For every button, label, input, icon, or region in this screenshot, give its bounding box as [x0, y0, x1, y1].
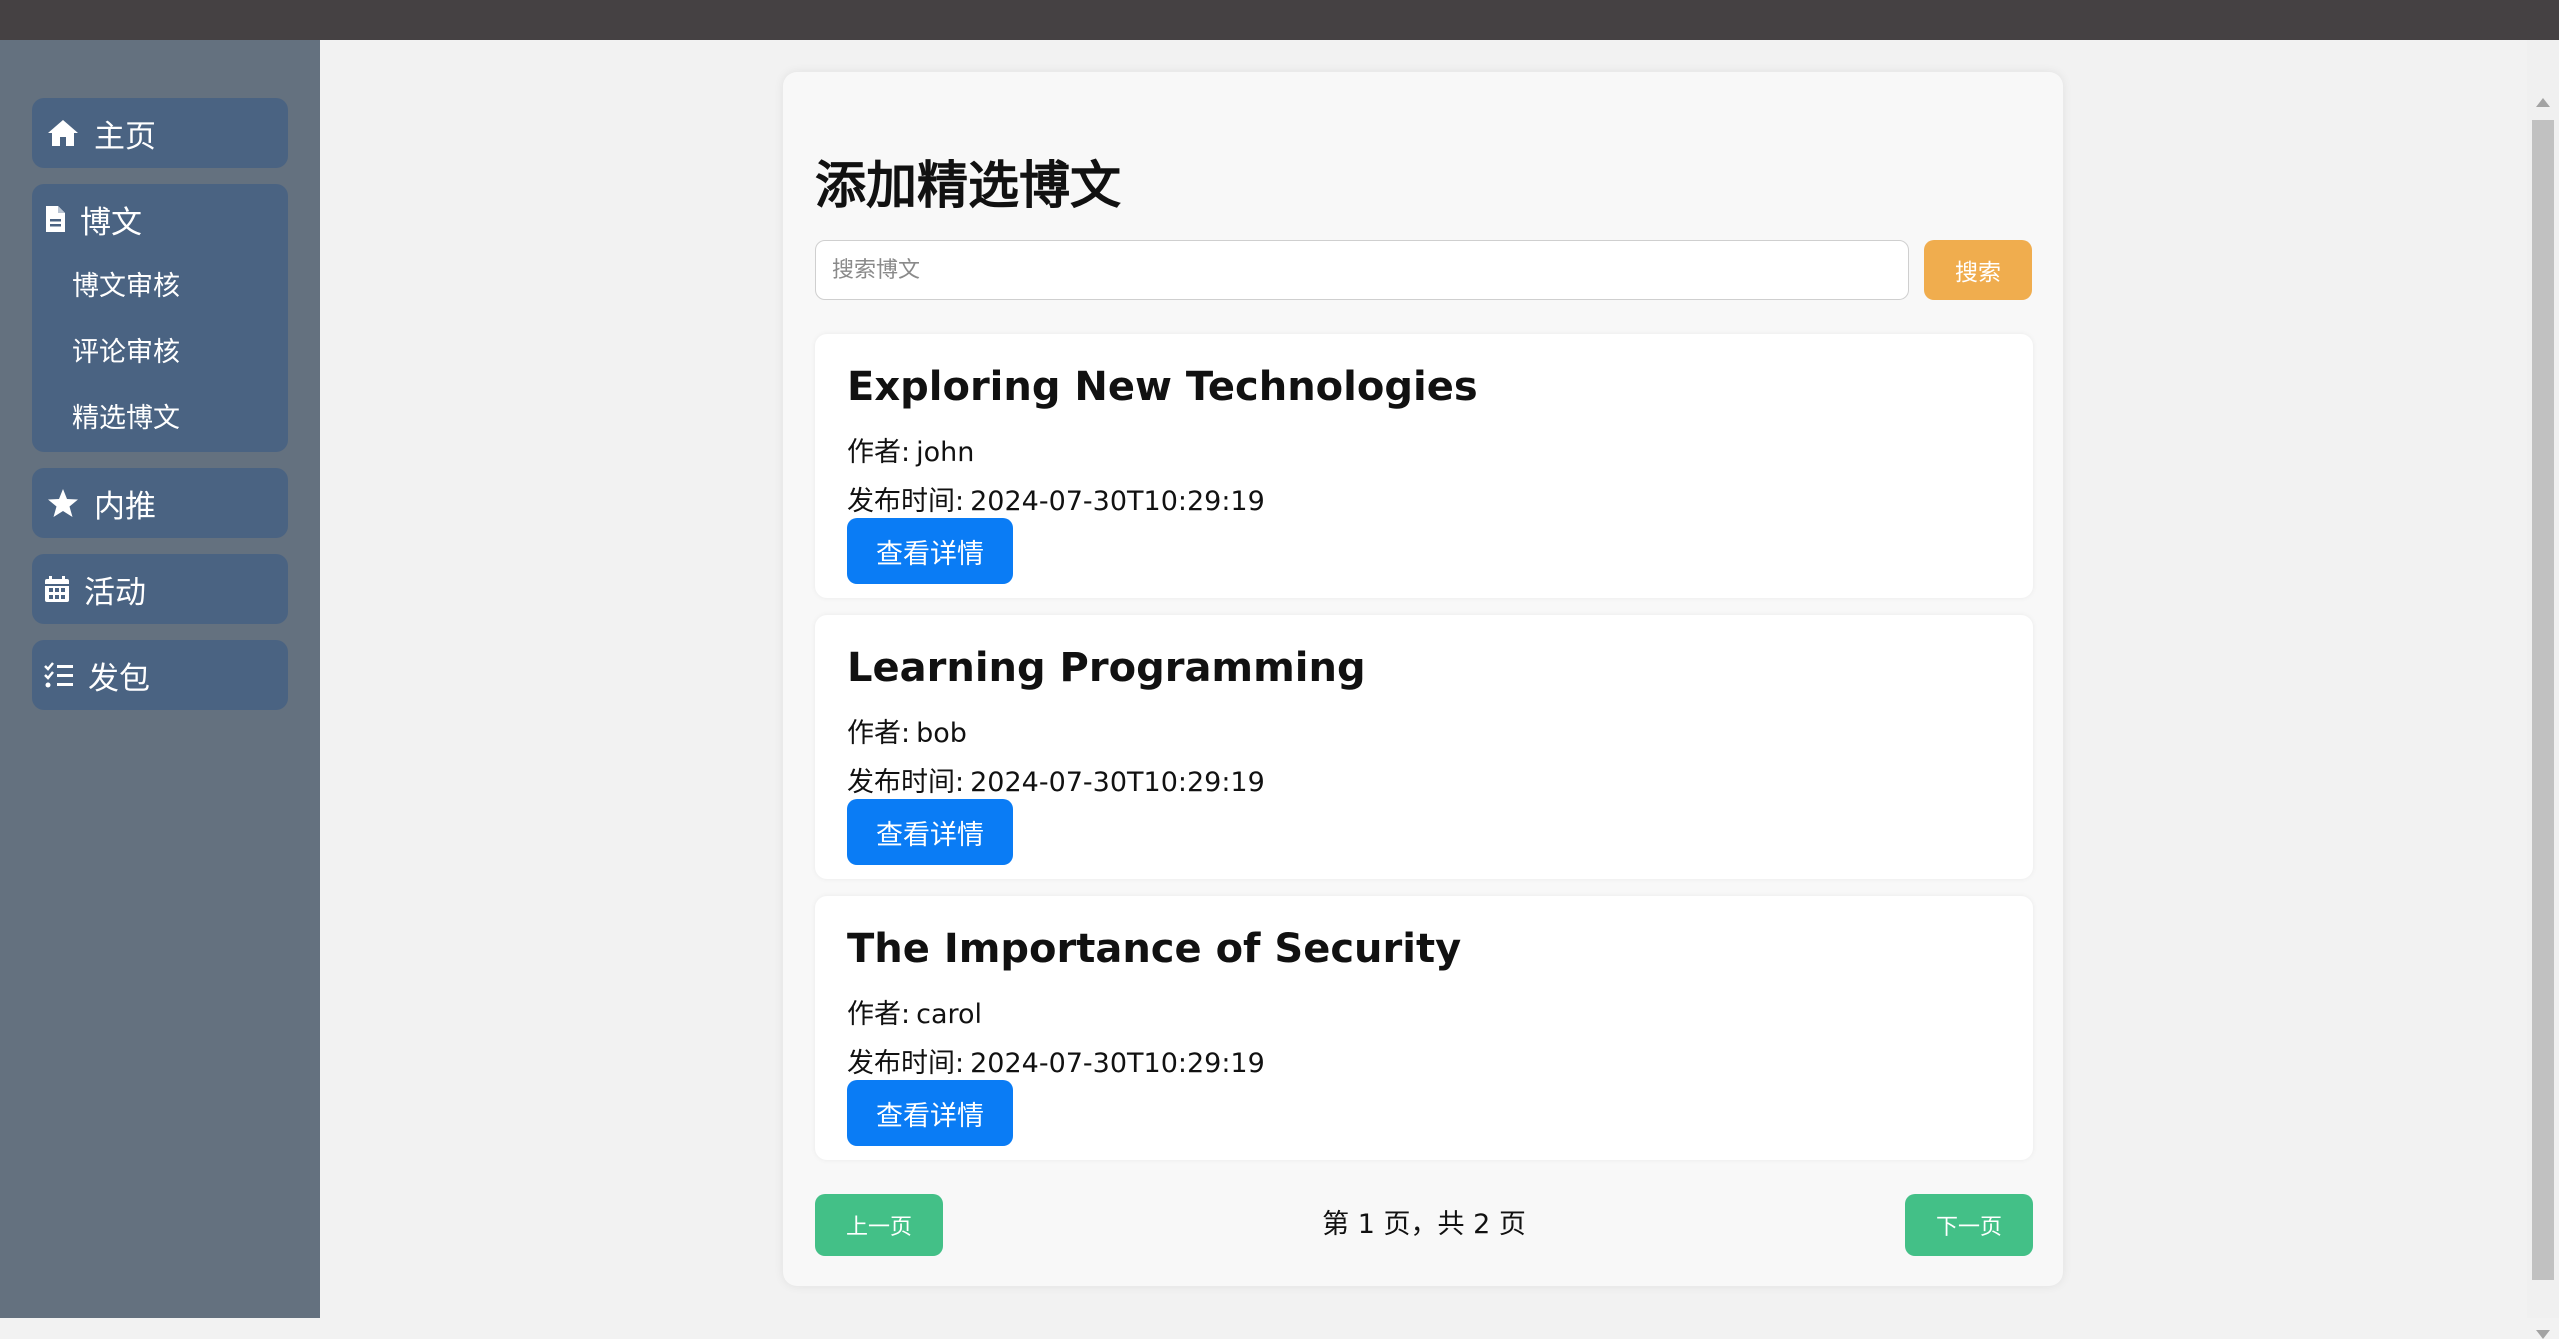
sidebar-item-home[interactable]: 主页: [32, 98, 288, 168]
author-label: 作者:: [847, 437, 911, 468]
view-details-button[interactable]: 查看详情: [847, 518, 1013, 584]
checklist-icon: [44, 658, 74, 692]
post-card: The Importance of Security 作者: carol 发布时间…: [815, 896, 2033, 1160]
home-icon: [46, 116, 80, 150]
prev-page-button[interactable]: 上一页: [815, 1194, 943, 1256]
sidebar-item-label: 内推: [94, 488, 156, 525]
post-published-time: 发布时间: 2024-07-30T10:29:19: [847, 479, 1265, 518]
post-title: Learning Programming: [847, 645, 1366, 691]
post-title: The Importance of Security: [847, 926, 1462, 972]
calendar-icon: [44, 572, 70, 606]
next-page-button[interactable]: 下一页: [1905, 1194, 2033, 1256]
author-value: bob: [916, 718, 967, 749]
time-label: 发布时间:: [847, 486, 965, 517]
scroll-down-icon[interactable]: [2536, 1330, 2550, 1339]
post-card: Learning Programming 作者: bob 发布时间: 2024-07…: [815, 615, 2033, 879]
file-icon: [42, 202, 68, 236]
search-button[interactable]: 搜索: [1924, 240, 2032, 300]
time-value: 2024-07-30T10:29:19: [970, 767, 1265, 798]
author-label: 作者:: [847, 718, 911, 749]
featured-post-panel: 添加精选博文 搜索 Exploring New Technologies 作者:…: [783, 72, 2063, 1286]
post-published-time: 发布时间: 2024-07-30T10:29:19: [847, 1041, 1265, 1080]
page-title: 添加精选博文: [815, 157, 1122, 216]
scroll-up-icon[interactable]: [2536, 98, 2550, 107]
post-author: 作者: carol: [847, 992, 982, 1031]
sidebar-item-label: 主页: [94, 118, 156, 155]
view-details-button[interactable]: 查看详情: [847, 799, 1013, 865]
sidebar-item-label: 博文: [80, 204, 142, 241]
author-label: 作者:: [847, 999, 911, 1030]
sidebar-item-label: 发包: [88, 660, 150, 697]
sidebar-item-events[interactable]: 活动: [32, 554, 288, 624]
sidebar-subitem-post-review[interactable]: 博文审核: [32, 254, 288, 320]
post-author: 作者: bob: [847, 711, 967, 750]
post-title: Exploring New Technologies: [847, 364, 1478, 410]
sidebar: 主页 博文 博文审核 评论审核 精选博文 内推 活动 发包: [0, 40, 320, 1318]
time-label: 发布时间:: [847, 767, 965, 798]
post-published-time: 发布时间: 2024-07-30T10:29:19: [847, 760, 1265, 799]
scrollbar-thumb[interactable]: [2532, 120, 2554, 1280]
time-value: 2024-07-30T10:29:19: [970, 1048, 1265, 1079]
window-topbar: [0, 0, 2559, 40]
sidebar-subitem-featured-posts[interactable]: 精选博文: [32, 386, 288, 452]
sidebar-item-contracting[interactable]: 发包: [32, 640, 288, 710]
sidebar-group-posts: 博文 博文审核 评论审核 精选博文: [32, 184, 288, 452]
vertical-scrollbar[interactable]: [2527, 40, 2559, 1339]
sidebar-item-label: 活动: [84, 574, 146, 611]
view-details-button[interactable]: 查看详情: [847, 1080, 1013, 1146]
time-label: 发布时间:: [847, 1048, 965, 1079]
post-card: Exploring New Technologies 作者: john 发布时间:…: [815, 334, 2033, 598]
post-author: 作者: john: [847, 430, 974, 469]
author-value: carol: [916, 999, 983, 1030]
search-input[interactable]: [815, 240, 1909, 300]
pagination-status: 第 1 页，共 2 页: [1322, 1209, 1526, 1240]
star-icon: [46, 486, 80, 520]
author-value: john: [916, 437, 975, 468]
sidebar-item-posts[interactable]: 博文: [32, 184, 288, 254]
time-value: 2024-07-30T10:29:19: [970, 486, 1265, 517]
sidebar-subitem-comment-review[interactable]: 评论审核: [32, 320, 288, 386]
sidebar-item-referral[interactable]: 内推: [32, 468, 288, 538]
